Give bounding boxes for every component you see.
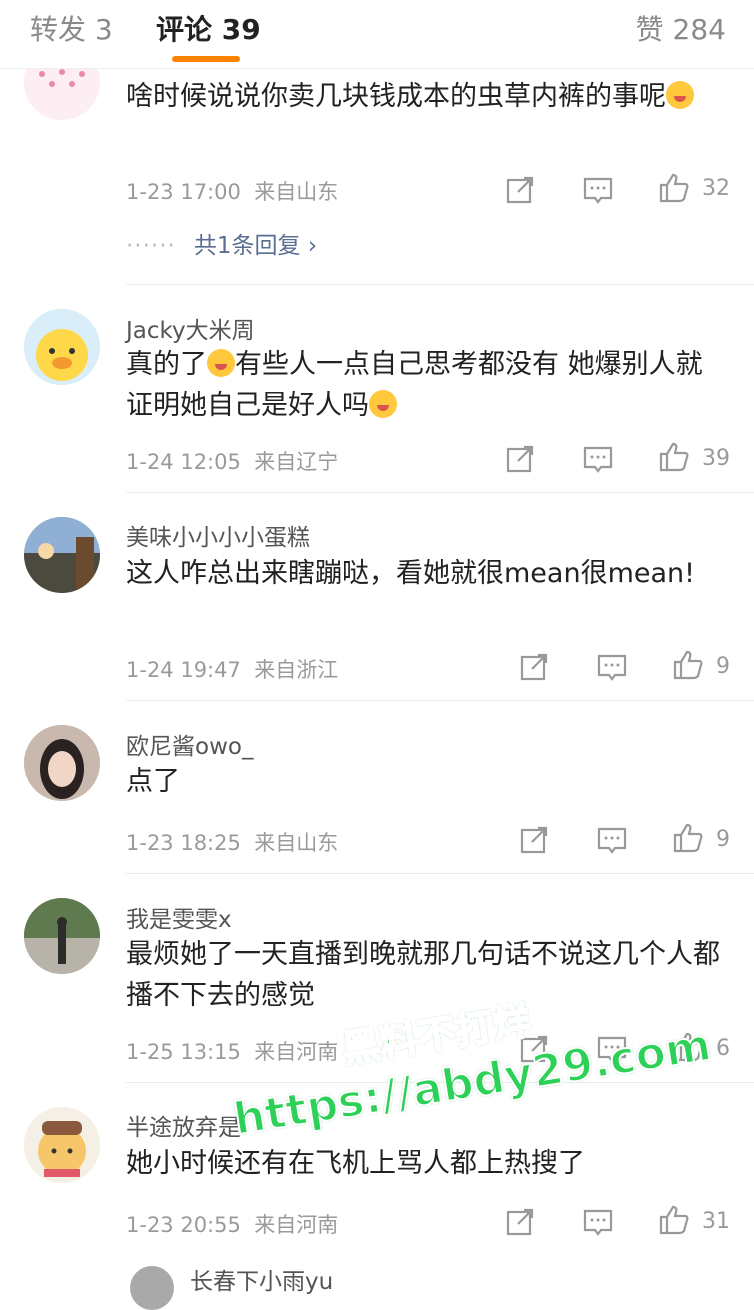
- comment-icon[interactable]: [596, 651, 628, 683]
- like-icon[interactable]: [658, 441, 690, 473]
- comment-text: 真的了 有些人一点自己思考都没有 她爆别人就证明她自己是好人吗: [126, 349, 703, 421]
- avatar[interactable]: [24, 1107, 100, 1183]
- comment-meta: 1-23 17:00 来自山东: [126, 180, 339, 204]
- emoji-icon: [369, 390, 397, 418]
- comment-meta: 1-23 20:55 来自河南: [126, 1213, 339, 1237]
- divider: [126, 492, 754, 493]
- emoji-icon: [666, 81, 694, 109]
- tab-likes[interactable]: 赞 284: [636, 8, 726, 48]
- repost-icon[interactable]: [518, 651, 550, 683]
- comment-icon[interactable]: [596, 824, 628, 856]
- avatar[interactable]: [24, 517, 100, 593]
- username[interactable]: Jacky大米周: [126, 311, 255, 345]
- like-count: 9: [716, 654, 730, 679]
- avatar[interactable]: [24, 725, 100, 801]
- username[interactable]: 美味小小小小蛋糕: [126, 518, 310, 552]
- username[interactable]: 欧尼酱owo_: [126, 727, 253, 761]
- divider: [126, 284, 754, 285]
- username[interactable]: 半途放弃是: [126, 1108, 241, 1142]
- comment-meta: 1-23 18:25 来自山东: [126, 831, 339, 855]
- like-icon[interactable]: [658, 172, 690, 204]
- tab-active-indicator: [172, 56, 240, 62]
- repost-icon[interactable]: [504, 1206, 536, 1238]
- like-count: 32: [702, 176, 730, 201]
- comment-tabs: 转发 3 评论 39 赞 284: [0, 0, 754, 69]
- like-count: 39: [702, 446, 730, 471]
- divider: [126, 873, 754, 874]
- like-icon[interactable]: [672, 822, 704, 854]
- comment-meta: 1-24 12:05 来自辽宁: [126, 450, 339, 474]
- avatar[interactable]: [24, 898, 100, 974]
- divider: [126, 700, 754, 701]
- like-icon[interactable]: [672, 649, 704, 681]
- like-count: 31: [702, 1209, 730, 1234]
- tab-comments[interactable]: 评论 39: [156, 8, 261, 48]
- comment-text: 啥时候说说你卖几块钱成本的虫草内裤的事呢: [126, 76, 726, 117]
- avatar[interactable]: [130, 1266, 174, 1310]
- tab-repost[interactable]: 转发 3: [30, 8, 113, 48]
- comment-meta: 1-24 19:47 来自浙江: [126, 658, 339, 682]
- comment-text: 这人咋总出来瞎蹦哒，看她就很mean很mean!: [126, 558, 695, 589]
- repost-icon[interactable]: [504, 174, 536, 206]
- emoji-icon: [207, 349, 235, 377]
- username[interactable]: 我是雯雯x: [126, 900, 232, 934]
- comment-icon[interactable]: [582, 174, 614, 206]
- comment-text: 点了: [126, 766, 180, 797]
- view-replies-link[interactable]: ······ 共1条回复 ›: [126, 226, 317, 260]
- comment-icon[interactable]: [582, 443, 614, 475]
- comment-icon[interactable]: [582, 1206, 614, 1238]
- username[interactable]: 长春下小雨yu: [190, 1262, 333, 1296]
- like-count: 9: [716, 827, 730, 852]
- avatar[interactable]: [24, 309, 100, 385]
- repost-icon[interactable]: [504, 443, 536, 475]
- like-count: 6: [716, 1036, 730, 1061]
- like-icon[interactable]: [658, 1204, 690, 1236]
- repost-icon[interactable]: [518, 824, 550, 856]
